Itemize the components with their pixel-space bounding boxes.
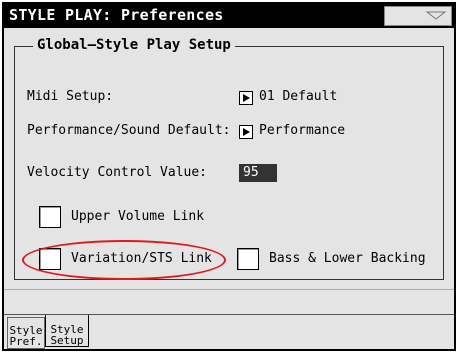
tab-style-setup[interactable]: Style Setup: [45, 315, 89, 347]
upper-volume-link-checkbox[interactable]: [39, 206, 61, 228]
midi-setup-label: Midi Setup:: [27, 89, 114, 104]
group-title: Global–Style Play Setup: [33, 37, 235, 53]
midi-setup-value[interactable]: 01 Default: [259, 89, 337, 104]
performance-default-arrow-button[interactable]: [239, 125, 253, 139]
midi-setup-arrow-button[interactable]: [239, 91, 253, 105]
page-title: STYLE PLAY: Preferences: [9, 6, 224, 24]
triangle-down-icon: [425, 11, 447, 20]
velocity-control-value[interactable]: 95: [239, 164, 277, 182]
title-bar: STYLE PLAY: Preferences: [4, 4, 454, 28]
bass-lower-backing-label: Bass & Lower Backing: [269, 251, 426, 266]
velocity-control-label: Velocity Control Value:: [27, 165, 208, 180]
divider: [4, 289, 454, 290]
play-right-icon: [243, 94, 250, 102]
red-highlight-ellipse: [22, 240, 226, 280]
tab-label-line2: Setup: [50, 334, 84, 347]
window-frame: STYLE PLAY: Preferences Global–Style Pla…: [2, 2, 456, 351]
performance-default-label: Performance/Sound Default:: [27, 123, 231, 138]
upper-volume-link-label: Upper Volume Link: [71, 209, 205, 224]
tab-style-pref[interactable]: Style Pref.: [7, 317, 45, 349]
page-menu-button[interactable]: [384, 6, 452, 26]
bass-lower-backing-checkbox[interactable]: [237, 248, 259, 270]
play-right-icon: [243, 128, 250, 136]
tab-label-line2: Pref.: [9, 335, 43, 348]
preferences-screen: STYLE PLAY: Preferences Global–Style Pla…: [0, 0, 462, 353]
performance-default-value[interactable]: Performance: [259, 123, 345, 138]
